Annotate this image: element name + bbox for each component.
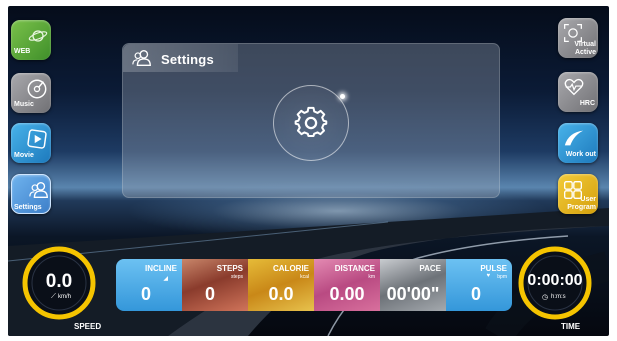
panel-title: Settings xyxy=(161,52,214,67)
steps-label: STEPS xyxy=(216,264,243,273)
distance-value: 0.00 xyxy=(329,284,365,304)
heart-icon: ♥ xyxy=(486,273,490,279)
user-program-button[interactable]: User Program xyxy=(558,174,598,214)
runner-icon: ⟋ xyxy=(51,293,56,300)
pace-value: 00'00" xyxy=(386,284,440,304)
web-button[interactable]: WEB xyxy=(11,20,51,60)
planet-icon xyxy=(28,30,48,42)
clock-icon: ◷ xyxy=(542,294,549,301)
speed-label: SPEED xyxy=(74,322,102,331)
time-value: 0:00:00 xyxy=(527,272,583,289)
heart-pulse-icon xyxy=(564,78,584,96)
speed-unit: km/h xyxy=(58,294,72,300)
calorie-value: 0.0 xyxy=(268,284,294,304)
settings-panel: Settings xyxy=(122,43,500,198)
gear-icon xyxy=(294,106,328,137)
web-label: WEB xyxy=(14,48,31,55)
virtual-active-label: Virtual Active xyxy=(574,41,596,56)
pulse-unit: bpm xyxy=(497,274,507,280)
users-icon xyxy=(132,49,151,67)
panel-header: Settings xyxy=(123,44,238,72)
calorie-tile[interactable]: CALORIE kcal 0.0 xyxy=(248,259,314,311)
vinyl-icon xyxy=(27,79,47,99)
calorie-label: CALORIE xyxy=(273,264,309,273)
virtual-active-button[interactable]: Virtual Active xyxy=(558,18,598,58)
music-label: Music xyxy=(14,101,34,108)
incline-label: INCLINE xyxy=(145,264,177,273)
glow-dot xyxy=(340,94,345,99)
distance-tile[interactable]: DISTANCE km 0.00 xyxy=(314,259,380,311)
speed-gauge: 0.0 km/h ⟋ xyxy=(22,246,96,320)
speed-value: 0.0 xyxy=(45,271,73,292)
pulse-label: PULSE xyxy=(480,264,507,273)
steps-value: 0 xyxy=(205,284,216,304)
incline-icon: ◢ xyxy=(163,276,168,282)
incline-tile[interactable]: INCLINE ◢ 0 xyxy=(116,259,182,311)
hrc-label: HRC xyxy=(579,100,595,107)
virtual-active-icon xyxy=(564,24,582,42)
treadmill-screen: WEB Music Movie Settings Virtual Active … xyxy=(8,6,609,336)
workout-label: Work out xyxy=(565,151,596,158)
settings-nav-button[interactable]: Settings xyxy=(11,174,51,214)
music-button[interactable]: Music xyxy=(11,73,51,113)
calorie-unit: kcal xyxy=(300,274,309,280)
steps-tile[interactable]: STEPS steps 0 xyxy=(182,259,248,311)
swoosh-icon xyxy=(564,130,584,146)
time-label: TIME xyxy=(561,322,581,331)
distance-label: DISTANCE xyxy=(334,264,375,273)
user-program-label: User Program xyxy=(567,196,596,211)
users-icon xyxy=(29,181,48,199)
workout-button[interactable]: Work out xyxy=(558,123,598,163)
pulse-tile[interactable]: PULSE ♥ bpm 0 xyxy=(446,259,512,311)
pulse-value: 0 xyxy=(471,284,482,304)
pace-tile[interactable]: PACE 00'00" xyxy=(380,259,446,311)
pace-label: PACE xyxy=(419,264,441,273)
gear-settings-button[interactable] xyxy=(273,85,349,161)
distance-unit: km xyxy=(368,274,375,280)
time-unit: h:m:s xyxy=(551,294,566,300)
steps-unit: steps xyxy=(231,274,243,280)
time-gauge: 0:00:00 ◷ h:m:s xyxy=(518,246,592,320)
play-icon xyxy=(27,129,47,149)
hrc-button[interactable]: HRC xyxy=(558,72,598,112)
movie-label: Movie xyxy=(14,152,34,159)
incline-value: 0 xyxy=(141,284,152,304)
movie-button[interactable]: Movie xyxy=(11,123,51,163)
settings-nav-label: Settings xyxy=(14,204,42,211)
